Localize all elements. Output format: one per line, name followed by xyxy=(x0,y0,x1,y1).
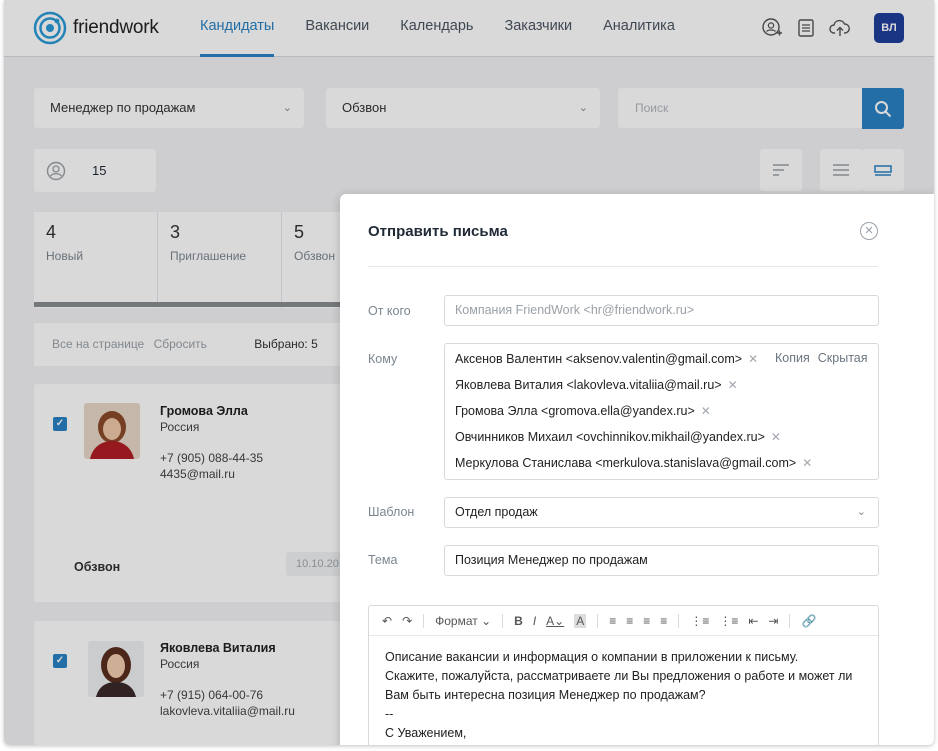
numbered-list-icon[interactable]: ⋮≡ xyxy=(719,614,738,628)
send-email-modal: Отправить письма ✕ От кого Компания Frie… xyxy=(340,194,934,745)
body-line: Скажите, пожалуйста, рассматриваете ли В… xyxy=(385,669,853,683)
divider xyxy=(368,266,878,267)
toolbar-divider xyxy=(678,613,680,628)
recipient-text: Овчинников Михаил <ovchinnikov.mikhail@y… xyxy=(455,430,765,444)
outdent-icon[interactable]: ⇤ xyxy=(748,614,758,628)
recipient-chip[interactable]: Аксенов Валентин <aksenov.valentin@gmail… xyxy=(455,352,758,366)
recipient-text: Громова Элла <gromova.ella@yandex.ru> xyxy=(455,404,695,418)
text-color-icon[interactable]: A⌄ xyxy=(546,614,564,628)
italic-icon[interactable]: I xyxy=(533,614,536,628)
align-center-icon[interactable]: ≡ xyxy=(626,614,633,628)
align-justify-icon[interactable]: ≡ xyxy=(660,614,667,628)
toolbar-divider xyxy=(789,613,791,628)
redo-icon[interactable]: ↷ xyxy=(402,614,412,628)
chevron-down-icon: ⌄ xyxy=(856,506,866,518)
recipient-chip[interactable]: Меркулова Станислава <merkulova.stanisla… xyxy=(455,456,812,470)
remove-icon[interactable]: ✕ xyxy=(771,430,781,444)
body-line: -- xyxy=(385,707,394,721)
close-icon[interactable]: ✕ xyxy=(860,222,878,240)
modal-title: Отправить письма xyxy=(368,223,508,240)
to-label: Кому xyxy=(368,352,398,366)
recipient-chip[interactable]: Овчинников Михаил <ovchinnikov.mikhail@y… xyxy=(455,430,781,444)
undo-icon[interactable]: ↶ xyxy=(382,614,392,628)
toolbar-divider xyxy=(597,613,599,628)
recipient-chip[interactable]: Яковлева Виталия <lakovleva.vitaliia@mai… xyxy=(455,378,738,392)
bold-icon[interactable]: B xyxy=(514,614,523,628)
indent-icon[interactable]: ⇥ xyxy=(768,614,778,628)
body-line: Вам быть интересна позиция Менеджер по п… xyxy=(385,688,706,702)
format-label: Формат xyxy=(435,613,478,628)
recipient-chip[interactable]: Громова Элла <gromova.ella@yandex.ru> ✕ xyxy=(455,404,711,418)
bcc-link[interactable]: Скрытая xyxy=(818,351,868,365)
subject-input[interactable]: Позиция Менеджер по продажам xyxy=(444,545,879,576)
rich-text-editor[interactable]: ↶ ↷ Формат ⌄ B I A⌄ A ≡ ≡ ≡ ≡ ⋮≡ ⋮≡ ⇤ ⇥ … xyxy=(368,605,879,745)
editor-body[interactable]: Описание вакансии и информация о компани… xyxy=(369,636,878,745)
remove-icon[interactable]: ✕ xyxy=(701,404,711,418)
cc-links: Копия Скрытая xyxy=(775,351,876,365)
remove-icon[interactable]: ✕ xyxy=(728,378,738,392)
bullet-list-icon[interactable]: ⋮≡ xyxy=(690,614,709,628)
app-window: friendwork Кандидаты Вакансии Календарь … xyxy=(4,0,934,745)
editor-toolbar: ↶ ↷ Формат ⌄ B I A⌄ A ≡ ≡ ≡ ≡ ⋮≡ ⋮≡ ⇤ ⇥ … xyxy=(369,606,878,636)
to-field[interactable]: Аксенов Валентин <aksenov.valentin@gmail… xyxy=(444,343,879,480)
from-field[interactable]: Компания FriendWork <hr@friendwork.ru> xyxy=(444,295,879,326)
remove-icon[interactable]: ✕ xyxy=(802,456,812,470)
format-dropdown[interactable]: Формат ⌄ xyxy=(435,614,491,628)
from-label: От кого xyxy=(368,304,411,318)
subject-label: Тема xyxy=(368,553,398,567)
template-label: Шаблон xyxy=(368,505,415,519)
toolbar-divider xyxy=(423,613,425,628)
recipient-text: Аксенов Валентин <aksenov.valentin@gmail… xyxy=(455,352,743,366)
highlight-color-icon[interactable]: A xyxy=(574,613,587,628)
recipient-text: Яковлева Виталия <lakovleva.vitaliia@mai… xyxy=(455,378,722,392)
cc-link[interactable]: Копия xyxy=(775,351,810,365)
link-icon[interactable]: 🔗 xyxy=(801,614,816,628)
template-select[interactable]: Отдел продаж ⌄ xyxy=(444,497,879,528)
recipient-text: Меркулова Станислава <merkulova.stanisla… xyxy=(455,456,797,470)
body-line: Описание вакансии и информация о компани… xyxy=(385,650,799,664)
align-left-icon[interactable]: ≡ xyxy=(609,614,616,628)
align-right-icon[interactable]: ≡ xyxy=(643,614,650,628)
template-select-value: Отдел продаж xyxy=(455,505,538,519)
body-line: С Уважением, xyxy=(385,726,467,740)
remove-icon[interactable]: ✕ xyxy=(748,352,758,366)
toolbar-divider xyxy=(502,613,504,628)
